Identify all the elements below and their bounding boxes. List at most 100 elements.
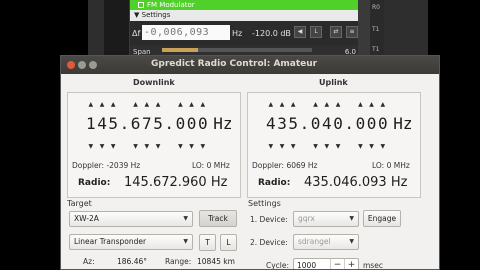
frequency-digit[interactable]: 0 xyxy=(356,115,366,133)
cycle-value: 1000 xyxy=(297,261,317,270)
increase-digit-icon[interactable]: ▲ xyxy=(189,101,194,109)
frequency-digit[interactable]: 0 xyxy=(176,115,186,133)
increase-digit-icon[interactable]: ▲ xyxy=(100,101,105,109)
range-label: Range: xyxy=(165,257,192,266)
decrease-digit-icon[interactable]: ▼ xyxy=(100,143,105,151)
downlink-doppler: Doppler: -2039 Hz xyxy=(72,161,141,170)
device1-select[interactable]: gqrx ▼ xyxy=(293,211,359,227)
track-button[interactable]: Track xyxy=(199,210,237,227)
decrease-digit-icon[interactable]: ▼ xyxy=(325,143,330,151)
increase-digit-icon[interactable]: ▲ xyxy=(280,101,285,109)
uplink-radio-value: 435.046.093 Hz xyxy=(304,175,408,190)
decrease-digit-icon[interactable]: ▼ xyxy=(189,143,194,151)
decrease-digit-icon[interactable]: ▼ xyxy=(280,143,285,151)
device2-value: sdrangel xyxy=(298,237,331,246)
decrease-digit-icon[interactable]: ▼ xyxy=(313,143,318,151)
side-tab-t1-b[interactable]: T1 xyxy=(372,46,379,53)
frequency-digit[interactable]: 0 xyxy=(198,115,208,133)
frequency-digit[interactable]: 5 xyxy=(153,115,163,133)
frequency-digit[interactable]: 4 xyxy=(322,115,332,133)
frequency-digit[interactable]: 4 xyxy=(266,115,276,133)
frequency-unit: Hz xyxy=(232,29,243,38)
decrease-digit-icon[interactable]: ▼ xyxy=(269,143,274,151)
decrease-digit-icon[interactable]: ▼ xyxy=(358,143,363,151)
sdr-scrollbar[interactable] xyxy=(358,0,370,62)
transponder-select[interactable]: Linear Transponder ▼ xyxy=(69,234,193,250)
side-tab-t1[interactable]: T1 xyxy=(372,26,379,33)
frequency-unit: Hz xyxy=(213,114,233,133)
speaker-icon[interactable]: ◀ xyxy=(294,26,306,38)
decrease-digit-icon[interactable]: ▼ xyxy=(291,143,296,151)
uplink-lo: LO: 0 MHz xyxy=(372,161,410,170)
decrease-digit-icon[interactable]: ▼ xyxy=(178,143,183,151)
frequency-digit[interactable]: 0 xyxy=(311,115,321,133)
decrease-digit-icon[interactable]: ▼ xyxy=(89,143,94,151)
frequency-input[interactable]: -0,006,093 xyxy=(142,25,230,40)
frequency-digit[interactable]: 6 xyxy=(131,115,141,133)
frequency-digit: . xyxy=(299,114,310,133)
l-button[interactable]: L xyxy=(220,234,237,251)
list-icon[interactable]: ≡ xyxy=(346,26,358,38)
maximize-icon[interactable] xyxy=(89,61,97,69)
decrease-digit-icon[interactable]: ▼ xyxy=(381,143,386,151)
frequency-digit[interactable]: 0 xyxy=(367,115,377,133)
sdr-panel-dark xyxy=(104,0,130,62)
decrease-digit-icon[interactable]: ▼ xyxy=(201,143,206,151)
cycle-spinbox[interactable]: 1000 − + xyxy=(293,258,359,270)
frequency-digit[interactable]: 7 xyxy=(142,115,152,133)
window-title: Gpredict Radio Control: Amateur xyxy=(151,59,318,69)
settings-header[interactable]: ▼ Settings xyxy=(130,10,358,21)
cycle-label: Cycle: xyxy=(266,261,290,270)
span-slider-fill xyxy=(162,48,198,52)
frequency-digit[interactable]: 5 xyxy=(288,115,298,133)
increase-digit-icon[interactable]: ▲ xyxy=(381,101,386,109)
device2-select[interactable]: sdrangel ▼ xyxy=(293,234,359,250)
frequency-digit[interactable]: 0 xyxy=(187,115,197,133)
cycle-decrement-button[interactable]: − xyxy=(330,259,344,269)
uplink-frame: ▲ ▲ ▲ ▲ ▲ ▲ ▲ ▲ ▲ 4 3 5. 0 4 0. 0 0 0 Hz ▼ ▼ ▼ ▼ ▼ ▼ ▼ ▼ ▼ Dopple… xyxy=(247,92,421,198)
azimuth-label: Az: xyxy=(83,257,95,266)
side-tab-r0[interactable]: R0 xyxy=(372,4,380,11)
frequency-digit[interactable]: 0 xyxy=(378,115,388,133)
increase-digit-icon[interactable]: ▲ xyxy=(145,101,150,109)
increase-digit-icon[interactable]: ▲ xyxy=(133,101,138,109)
frequency-digit[interactable]: 3 xyxy=(277,115,287,133)
increase-digit-icon[interactable]: ▲ xyxy=(178,101,183,109)
downlink-title: Downlink xyxy=(133,78,175,87)
lr-icon[interactable]: L xyxy=(310,26,322,38)
increase-digit-icon[interactable]: ▲ xyxy=(313,101,318,109)
decrease-digit-icon[interactable]: ▼ xyxy=(156,143,161,151)
span-slider[interactable] xyxy=(162,48,312,52)
fm-modulator-header[interactable]: FM Modulator xyxy=(130,0,358,10)
increase-digit-icon[interactable]: ▲ xyxy=(358,101,363,109)
decrease-digit-icon[interactable]: ▼ xyxy=(336,143,341,151)
swap-icon[interactable]: ⇄ xyxy=(330,26,342,38)
increase-digit-icon[interactable]: ▲ xyxy=(291,101,296,109)
title-bar[interactable]: Gpredict Radio Control: Amateur xyxy=(61,56,439,74)
satellite-select[interactable]: XW-2A ▼ xyxy=(69,211,193,227)
increase-digit-icon[interactable]: ▲ xyxy=(89,101,94,109)
decrease-digit-icon[interactable]: ▼ xyxy=(145,143,150,151)
frequency-digit[interactable]: 5 xyxy=(108,115,118,133)
decrease-digit-icon[interactable]: ▼ xyxy=(369,143,374,151)
chevron-down-icon: ▼ xyxy=(183,215,188,222)
increase-digit-icon[interactable]: ▲ xyxy=(111,101,116,109)
delta-f-label: Δf xyxy=(132,29,141,38)
t-button[interactable]: T xyxy=(199,234,216,251)
frequency-digit[interactable]: 0 xyxy=(333,115,343,133)
increase-digit-icon[interactable]: ▲ xyxy=(325,101,330,109)
frequency-digit[interactable]: 1 xyxy=(86,115,96,133)
radio-control-dialog: Gpredict Radio Control: Amateur ▲ ▲ ▲ ▲ ▲ ▲ ▲ ▲… xyxy=(60,55,440,270)
increase-digit-icon[interactable]: ▲ xyxy=(201,101,206,109)
cycle-increment-button[interactable]: + xyxy=(344,259,358,269)
increase-digit-icon[interactable]: ▲ xyxy=(336,101,341,109)
increase-digit-icon[interactable]: ▲ xyxy=(269,101,274,109)
minimize-icon[interactable] xyxy=(78,61,86,69)
decrease-digit-icon[interactable]: ▼ xyxy=(133,143,138,151)
engage-button[interactable]: Engage xyxy=(363,210,401,227)
decrease-digit-icon[interactable]: ▼ xyxy=(111,143,116,151)
close-icon[interactable] xyxy=(67,61,75,69)
frequency-digit[interactable]: 4 xyxy=(97,115,107,133)
increase-digit-icon[interactable]: ▲ xyxy=(369,101,374,109)
increase-digit-icon[interactable]: ▲ xyxy=(156,101,161,109)
